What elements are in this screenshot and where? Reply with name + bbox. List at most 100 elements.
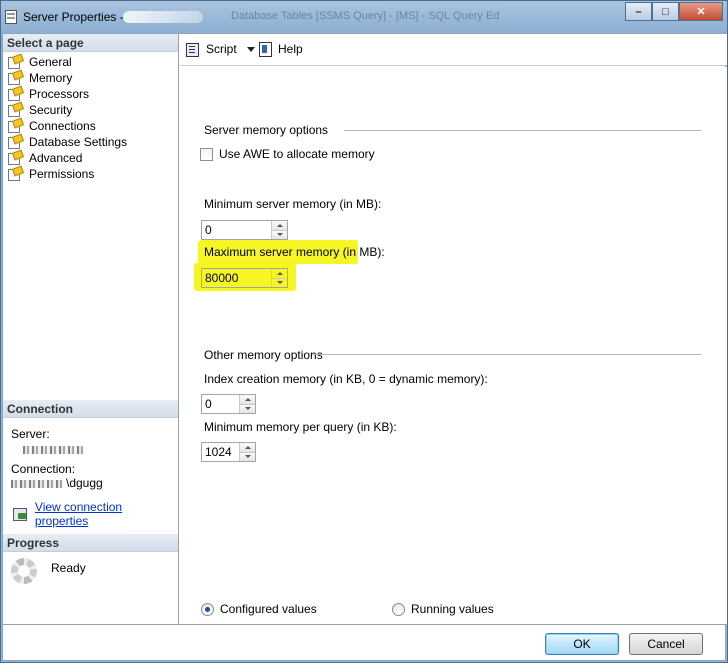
other-memory-options-heading: Other memory options bbox=[204, 348, 323, 362]
dialog-button-bar: OK Cancel bbox=[3, 624, 725, 660]
min-server-memory-spinner[interactable] bbox=[201, 220, 288, 240]
max-server-memory-input[interactable] bbox=[202, 269, 271, 287]
running-values-radio[interactable] bbox=[392, 602, 405, 616]
page-item-advanced[interactable]: Advanced bbox=[7, 150, 127, 166]
minimize-icon: – bbox=[635, 5, 642, 18]
page-item-label: Connections bbox=[29, 119, 96, 133]
query-spin-down-button[interactable] bbox=[240, 452, 255, 461]
arrow-up-icon bbox=[276, 271, 283, 275]
maximize-icon: □ bbox=[662, 5, 669, 18]
server-memory-options-heading: Server memory options bbox=[204, 123, 329, 137]
help-label: Help bbox=[278, 42, 303, 56]
use-awe-checkbox[interactable] bbox=[200, 147, 213, 161]
group-separator bbox=[344, 130, 701, 131]
running-values-option[interactable]: Running values bbox=[392, 602, 494, 616]
connection-heading: Connection bbox=[3, 400, 178, 418]
property-page-icon bbox=[7, 55, 23, 69]
progress-heading: Progress bbox=[3, 534, 178, 552]
server-value-redacted bbox=[23, 442, 83, 456]
page-item-database-settings[interactable]: Database Settings bbox=[7, 134, 127, 150]
running-values-label: Running values bbox=[411, 602, 494, 616]
max-spin-down-button[interactable] bbox=[272, 279, 287, 288]
property-page-icon bbox=[7, 151, 23, 165]
server-label: Server: bbox=[11, 427, 50, 441]
property-page-icon bbox=[7, 167, 23, 181]
help-icon bbox=[258, 42, 274, 57]
maximize-button[interactable]: □ bbox=[652, 2, 679, 21]
page-item-general[interactable]: General bbox=[7, 54, 127, 70]
script-label: Script bbox=[206, 42, 237, 56]
help-button[interactable]: Help bbox=[258, 42, 303, 57]
page-list: General Memory Processors Security Conne… bbox=[7, 54, 127, 182]
max-server-memory-spinner[interactable] bbox=[201, 268, 288, 288]
server-properties-window: Server Properties - Database Tables [SSM… bbox=[0, 0, 728, 663]
property-page-icon bbox=[7, 87, 23, 101]
min-spin-up-button[interactable] bbox=[272, 221, 287, 231]
property-page-icon bbox=[7, 135, 23, 149]
use-awe-label: Use AWE to allocate memory bbox=[219, 147, 375, 161]
arrow-up-icon bbox=[276, 223, 283, 227]
index-spin-down-button[interactable] bbox=[240, 404, 255, 413]
dialog-client-area: Select a page General Memory Processors … bbox=[2, 33, 727, 661]
index-creation-memory-spinner[interactable] bbox=[201, 394, 256, 414]
max-spin-buttons bbox=[271, 269, 287, 287]
arrow-up-icon bbox=[244, 397, 251, 401]
min-memory-per-query-input[interactable] bbox=[202, 443, 239, 461]
progress-spinner-icon bbox=[11, 558, 37, 584]
window-icon bbox=[5, 10, 17, 24]
background-window-title: Database Tables [SSMS Query] - [MS] - SQ… bbox=[231, 10, 500, 22]
cancel-button[interactable]: Cancel bbox=[629, 633, 703, 655]
close-button[interactable]: ✕ bbox=[679, 2, 723, 21]
use-awe-checkbox-row[interactable]: Use AWE to allocate memory bbox=[200, 147, 375, 161]
close-icon: ✕ bbox=[696, 6, 706, 18]
page-item-processors[interactable]: Processors bbox=[7, 86, 127, 102]
page-item-label: Memory bbox=[29, 71, 73, 85]
page-item-connections[interactable]: Connections bbox=[7, 118, 127, 134]
group-separator bbox=[312, 354, 701, 355]
page-item-security[interactable]: Security bbox=[7, 102, 127, 118]
page-item-label: General bbox=[29, 55, 72, 69]
arrow-down-icon bbox=[276, 233, 283, 237]
configured-values-label: Configured values bbox=[220, 602, 317, 616]
view-connection-properties-link[interactable]: View connection properties bbox=[35, 500, 178, 528]
caption-buttons: – □ ✕ bbox=[625, 2, 723, 21]
connection-label: Connection: bbox=[11, 462, 76, 476]
page-item-label: Security bbox=[29, 103, 73, 117]
configured-values-option[interactable]: Configured values bbox=[201, 602, 317, 616]
max-spin-up-button[interactable] bbox=[272, 269, 287, 279]
connection-user: \dgugg bbox=[66, 476, 103, 490]
title-bar[interactable]: Server Properties - Database Tables [SSM… bbox=[1, 1, 728, 33]
window-title: Server Properties - bbox=[23, 10, 124, 24]
script-icon bbox=[186, 42, 202, 57]
page-item-label: Permissions bbox=[29, 167, 95, 181]
ok-button[interactable]: OK bbox=[545, 633, 619, 655]
index-creation-memory-label: Index creation memory (in KB, 0 = dynami… bbox=[204, 372, 488, 386]
toolbar: Script Help bbox=[180, 34, 727, 66]
page-item-memory[interactable]: Memory bbox=[7, 70, 127, 86]
configured-values-radio[interactable] bbox=[201, 602, 214, 616]
arrow-down-icon bbox=[244, 455, 251, 459]
redacted-server-name bbox=[123, 11, 203, 23]
select-page-heading: Select a page bbox=[3, 34, 178, 52]
left-pane: Select a page General Memory Processors … bbox=[3, 34, 179, 624]
min-memory-per-query-label: Minimum memory per query (in KB): bbox=[204, 420, 397, 434]
min-server-memory-input[interactable] bbox=[202, 221, 271, 239]
index-spin-up-button[interactable] bbox=[240, 395, 255, 405]
page-item-permissions[interactable]: Permissions bbox=[7, 166, 127, 182]
max-server-memory-label: Maximum server memory (in MB): bbox=[204, 245, 385, 259]
min-server-memory-label: Minimum server memory (in MB): bbox=[204, 197, 382, 211]
min-memory-per-query-spinner[interactable] bbox=[201, 442, 256, 462]
page-item-label: Advanced bbox=[29, 151, 83, 165]
property-page-icon bbox=[7, 71, 23, 85]
minimize-button[interactable]: – bbox=[625, 2, 652, 21]
view-connection-properties[interactable]: View connection properties bbox=[13, 500, 178, 528]
query-spin-buttons bbox=[239, 443, 255, 461]
min-spin-down-button[interactable] bbox=[272, 230, 287, 239]
index-creation-memory-input[interactable] bbox=[202, 395, 239, 413]
arrow-up-icon bbox=[244, 445, 251, 449]
script-button[interactable]: Script bbox=[186, 42, 255, 57]
query-spin-up-button[interactable] bbox=[240, 443, 255, 453]
page-item-label: Database Settings bbox=[29, 135, 128, 149]
progress-status: Ready bbox=[51, 561, 86, 575]
script-dropdown-arrow-icon[interactable] bbox=[246, 46, 255, 52]
